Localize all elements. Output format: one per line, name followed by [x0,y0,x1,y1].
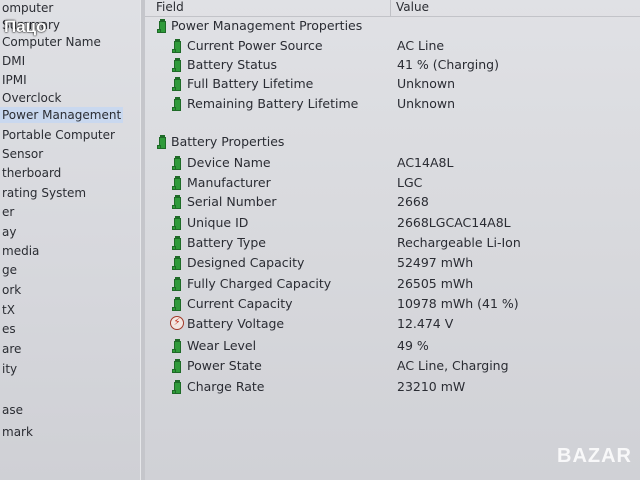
tree-item[interactable]: Sensor [0,146,45,162]
field-value: 41 % (Charging) [397,57,499,72]
watermark: BAZAR [557,445,632,467]
field-label: Device Name [187,155,271,170]
battery-icon [172,339,183,353]
field-value: AC14A8L [397,155,454,170]
column-header: Field Value [145,0,640,17]
field-value: AC Line, Charging [397,358,509,373]
battery-icon [172,176,183,190]
table-row[interactable]: Device Name AC14A8L [145,154,640,174]
battery-icon [172,39,183,53]
table-row[interactable]: Remaining Battery Lifetime Unknown [145,95,640,115]
details-panel: Field Value Power Management Properties C… [145,0,640,480]
battery-icon [172,77,183,91]
battery-icon [157,135,168,149]
table-row[interactable]: Battery Status 41 % (Charging) [145,56,640,76]
field-value: Rechargeable Li-Ion [397,235,521,250]
tree-item[interactable]: es [0,321,18,337]
field-label: Current Power Source [187,38,323,53]
tree-item[interactable]: tX [0,302,17,318]
field-value: 52497 mWh [397,255,474,270]
field-label: Remaining Battery Lifetime [187,96,359,111]
table-row[interactable]: Current Power Source AC Line [145,37,640,57]
group-row[interactable]: Power Management Properties [145,17,640,37]
field-value: LGC [397,175,423,190]
field-label: Wear Level [187,338,257,353]
field-label: Battery Properties [171,134,285,149]
field-value: 26505 mWh [397,276,474,291]
table-row[interactable]: Current Capacity 10978 mWh (41 %) [145,295,640,315]
battery-icon [172,380,183,394]
field-value: Unknown [397,96,456,111]
tree-item[interactable]: omputer [0,0,55,16]
field-label: Full Battery Lifetime [187,76,314,91]
column-header-value[interactable]: Value [396,0,429,14]
battery-icon [172,297,183,311]
voltage-icon: ⚡ [170,316,184,330]
battery-icon [157,19,168,33]
tree-item[interactable]: DMI [0,53,27,69]
tree-item[interactable]: IPMI [0,72,29,88]
tree-item[interactable]: media [0,243,41,259]
table-row[interactable]: Fully Charged Capacity 26505 mWh [145,275,640,295]
tree-item[interactable]: er [0,204,16,220]
field-value: 12.474 V [397,316,454,331]
battery-icon [172,236,183,250]
tree-item[interactable]: ge [0,262,19,278]
battery-icon [172,156,183,170]
logo-overlay: Пацо [4,17,47,36]
table-row[interactable]: ⚡ Battery Voltage 12.474 V [145,315,640,335]
table-row[interactable]: Serial Number 2668 [145,193,640,213]
tree-item[interactable]: ay [0,224,18,240]
tree-item[interactable]: Power Management [0,107,124,123]
table-row[interactable]: Power State AC Line, Charging [145,357,640,377]
field-value: 2668LGCAC14A8L [397,215,511,230]
tree-item[interactable]: rating System [0,185,88,201]
column-separator[interactable] [390,0,391,16]
battery-icon [172,359,183,373]
table-row[interactable]: Unique ID 2668LGCAC14A8L [145,214,640,234]
field-label: Power State [187,358,262,373]
field-label: Battery Type [187,235,266,250]
field-value: 49 % [397,338,429,353]
field-value: 23210 mW [397,379,466,394]
field-label: Manufacturer [187,175,271,190]
battery-icon [172,58,183,72]
field-label: Battery Status [187,57,278,72]
table-row[interactable]: Manufacturer LGC [145,174,640,194]
group-row[interactable]: Battery Properties [145,133,640,153]
column-header-field[interactable]: Field [156,0,184,14]
field-label: Fully Charged Capacity [187,276,332,291]
table-row[interactable]: Full Battery Lifetime Unknown [145,75,640,95]
tree-item[interactable]: ity [0,361,19,377]
field-label: Power Management Properties [171,18,363,33]
tree-item[interactable]: are [0,341,23,357]
tree-item[interactable]: Overclock [0,90,63,106]
battery-icon [172,216,183,230]
field-value: 2668 [397,194,429,209]
field-value: Unknown [397,76,456,91]
field-label: Current Capacity [187,296,293,311]
table-row[interactable]: Designed Capacity 52497 mWh [145,254,640,274]
tree-item[interactable]: mark [0,424,35,440]
tree-item[interactable]: therboard [0,165,63,181]
table-row[interactable]: Battery Type Rechargeable Li-Ion [145,234,640,254]
tree-item[interactable]: ase [0,402,25,418]
field-value: AC Line [397,38,445,53]
battery-icon [172,277,183,291]
field-value: 10978 mWh (41 %) [397,296,519,311]
tree-item[interactable]: ork [0,282,23,298]
field-label: Serial Number [187,194,277,209]
field-label: Charge Rate [187,379,265,394]
battery-icon [172,256,183,270]
field-label: Battery Voltage [187,316,285,331]
table-row[interactable]: Wear Level 49 % [145,337,640,357]
table-row[interactable]: Charge Rate 23210 mW [145,378,640,398]
field-label: Unique ID [187,215,249,230]
navigation-tree[interactable]: omputer Summary Computer Name DMI IPMI Overcl… [0,0,140,480]
tree-item[interactable]: Portable Computer [0,127,117,143]
field-label: Designed Capacity [187,255,305,270]
battery-icon [172,195,183,209]
battery-icon [172,97,183,111]
